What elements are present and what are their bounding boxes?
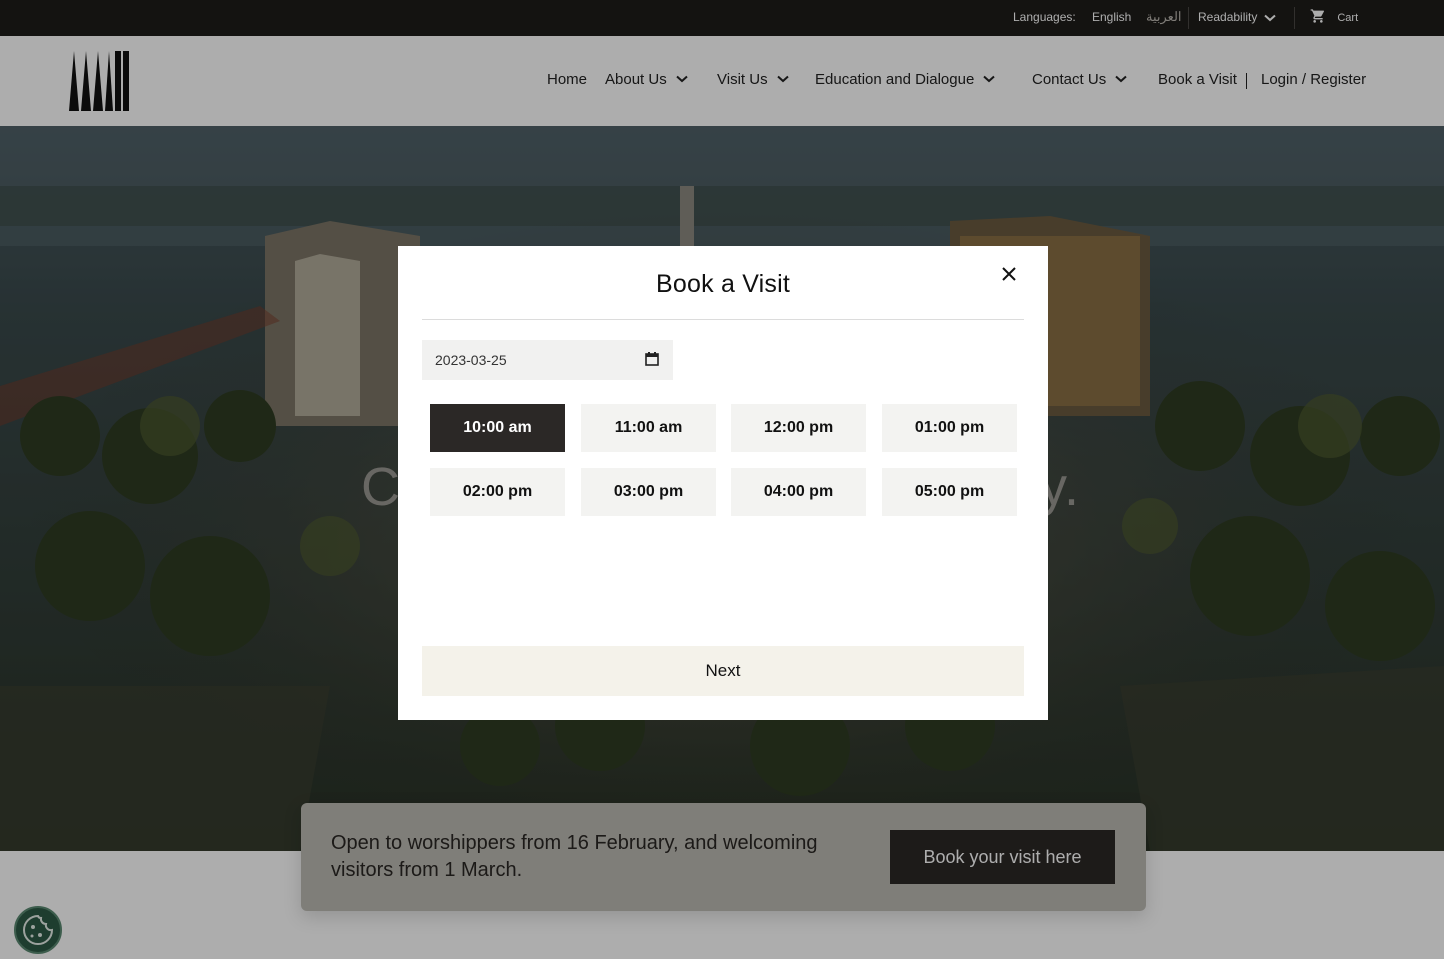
time-slot-button[interactable]: 03:00 pm <box>581 468 716 516</box>
time-slot-button[interactable]: 11:00 am <box>581 404 716 452</box>
time-slot-button[interactable]: 12:00 pm <box>731 404 866 452</box>
time-slot-button[interactable]: 05:00 pm <box>882 468 1017 516</box>
time-slot-button[interactable]: 01:00 pm <box>882 404 1017 452</box>
time-slot-button[interactable]: 04:00 pm <box>731 468 866 516</box>
modal-title: Book a Visit <box>656 270 790 298</box>
calendar-icon[interactable] <box>645 352 659 366</box>
book-a-visit-modal: Book a Visit 2023-03-25 10:00 am 11:00 a… <box>398 246 1048 720</box>
visit-date-input[interactable]: 2023-03-25 <box>422 340 673 380</box>
time-slot-button[interactable]: 02:00 pm <box>430 468 565 516</box>
time-slot-button[interactable]: 10:00 am <box>430 404 565 452</box>
next-button[interactable]: Next <box>422 646 1024 696</box>
modal-divider <box>422 319 1024 320</box>
close-icon[interactable] <box>997 262 1021 286</box>
